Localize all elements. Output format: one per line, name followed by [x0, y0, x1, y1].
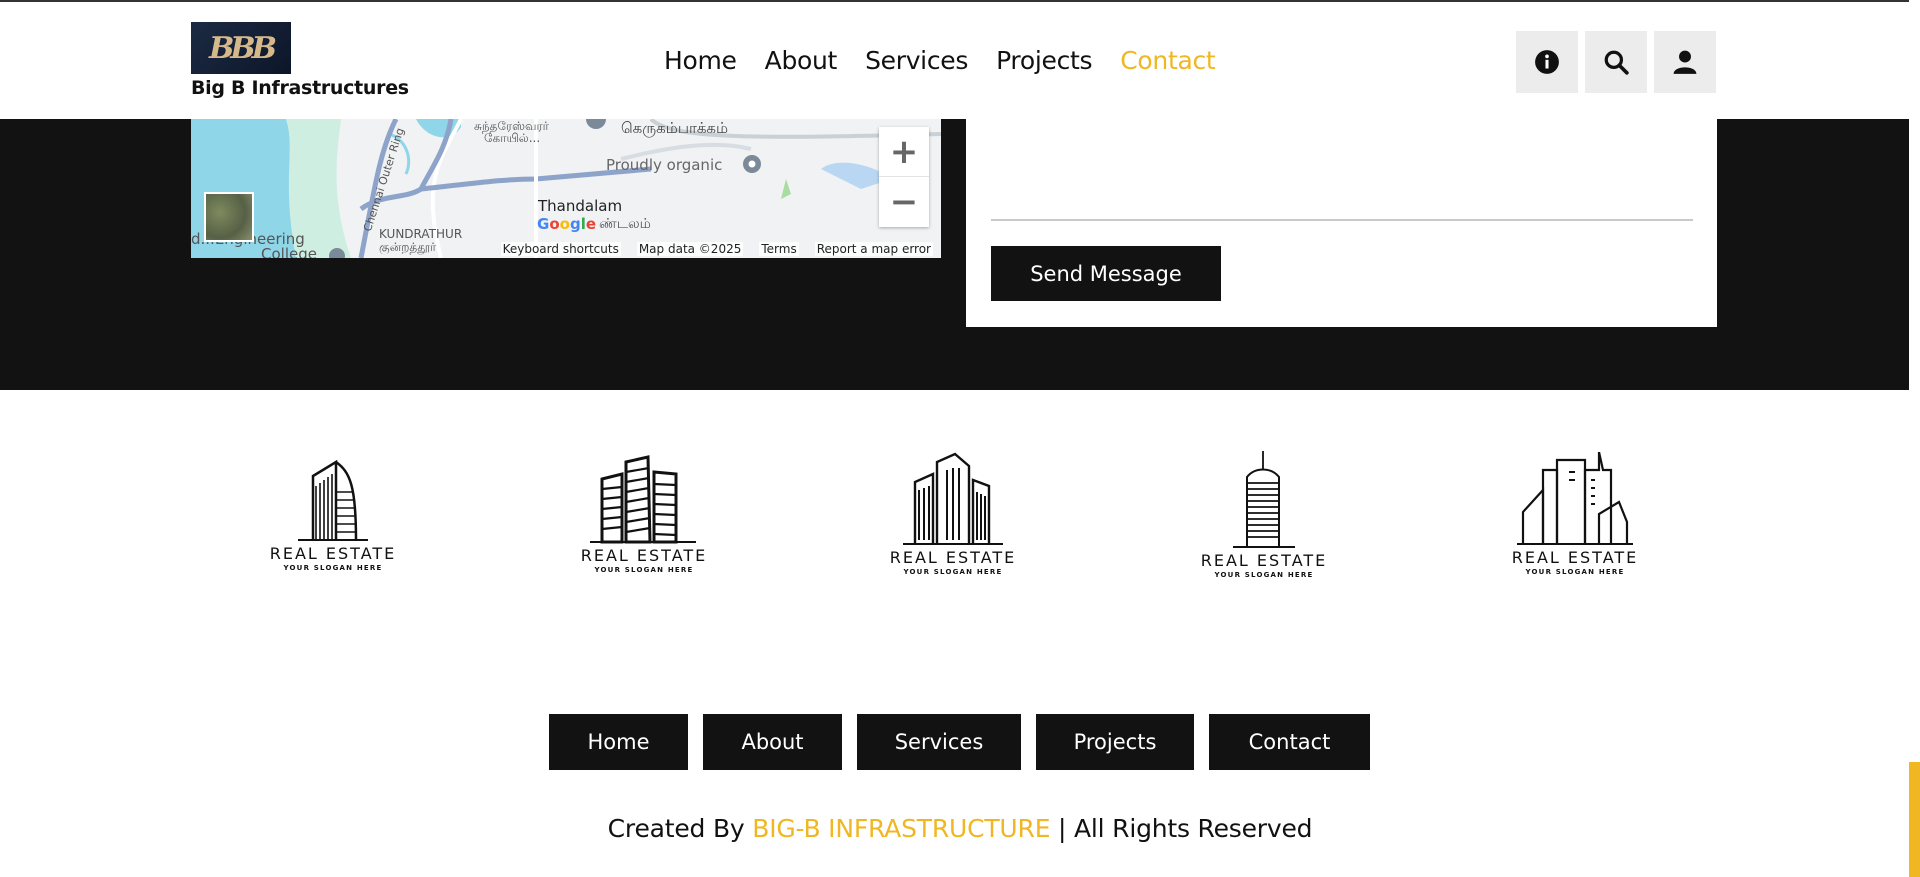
- zoom-out-button[interactable]: −: [879, 177, 929, 227]
- copyright: Created By BIG-B INFRASTRUCTURE | All Ri…: [0, 814, 1920, 843]
- footer-nav-services[interactable]: Services: [857, 714, 1021, 770]
- map-footer: Keyboard shortcuts Map data ©2025 Terms …: [191, 240, 941, 258]
- info-button[interactable]: [1516, 31, 1578, 93]
- footer-nav: Home About Services Projects Contact: [0, 714, 1920, 770]
- user-button[interactable]: [1654, 31, 1716, 93]
- map-label-temple-2: கோயில்...: [484, 131, 541, 145]
- zoom-in-button[interactable]: +: [879, 127, 929, 177]
- user-icon: [1673, 50, 1697, 74]
- logo-title: REAL ESTATE: [1511, 548, 1639, 567]
- copyright-brand[interactable]: BIG-B INFRASTRUCTURE: [752, 814, 1050, 843]
- nav-services[interactable]: Services: [865, 46, 968, 75]
- site-header: BBB Big B Infrastructures Home About Ser…: [0, 0, 1909, 119]
- search-icon: [1604, 50, 1629, 75]
- logo-slogan: YOUR SLOGAN HERE: [1214, 571, 1314, 579]
- site-logo[interactable]: BBB: [191, 22, 291, 74]
- search-button[interactable]: [1585, 31, 1647, 93]
- nav-about[interactable]: About: [765, 46, 838, 75]
- real-estate-logo-3: REAL ESTATE YOUR SLOGAN HERE: [888, 452, 1018, 587]
- logo-slogan: YOUR SLOGAN HERE: [283, 564, 383, 572]
- map-data-text: Map data ©2025: [636, 242, 744, 256]
- logo-slogan: YOUR SLOGAN HERE: [903, 568, 1003, 576]
- terms-link[interactable]: Terms: [759, 242, 799, 256]
- message-field-underline[interactable]: [991, 219, 1693, 221]
- nav-projects[interactable]: Projects: [996, 46, 1092, 75]
- copyright-prefix: Created By: [607, 814, 753, 843]
- logo-slogan: YOUR SLOGAN HERE: [1525, 568, 1625, 576]
- real-estate-logo-5: REAL ESTATE YOUR SLOGAN HERE: [1510, 452, 1640, 587]
- google-map[interactable]: சுந்தரேஸ்வரர் கோயில்... கெருகம்பாக்கம் P…: [191, 119, 941, 258]
- logo-title: REAL ESTATE: [889, 548, 1017, 567]
- logo-slogan: YOUR SLOGAN HERE: [594, 566, 694, 574]
- footer-nav-home[interactable]: Home: [549, 714, 688, 770]
- map-label-poi: Proudly organic: [606, 156, 723, 174]
- footer-nav-about[interactable]: About: [703, 714, 842, 770]
- scrollbar-track: [1909, 0, 1920, 762]
- satellite-toggle[interactable]: [204, 192, 254, 242]
- footer-nav-contact[interactable]: Contact: [1209, 714, 1370, 770]
- real-estate-logo-4: REAL ESTATE YOUR SLOGAN HERE: [1199, 451, 1329, 586]
- main-nav: Home About Services Projects Contact: [664, 46, 1216, 75]
- real-estate-logo-2: REAL ESTATE YOUR SLOGAN HERE: [579, 454, 709, 589]
- footer-nav-projects[interactable]: Projects: [1036, 714, 1194, 770]
- map-label-kundrathur: KUNDRATHUR: [379, 227, 463, 241]
- map-label-thandalam: Thandalam: [538, 197, 623, 215]
- building-icon: [590, 455, 696, 544]
- nav-home[interactable]: Home: [664, 46, 737, 75]
- map-label-thandalam-ta: ண்டலம்: [599, 216, 651, 232]
- info-icon: [1535, 50, 1559, 74]
- keyboard-shortcuts-link[interactable]: Keyboard shortcuts: [500, 242, 621, 256]
- report-map-error-link[interactable]: Report a map error: [814, 242, 933, 256]
- partner-logos: REAL ESTATE YOUR SLOGAN HERE REAL ESTATE…: [0, 450, 1920, 590]
- copyright-suffix: | All Rights Reserved: [1050, 814, 1313, 843]
- building-icon: [1233, 451, 1295, 548]
- header-actions: [1516, 31, 1716, 93]
- real-estate-logo-1: REAL ESTATE YOUR SLOGAN HERE: [268, 456, 398, 591]
- building-icon: [298, 459, 368, 541]
- logo-title: REAL ESTATE: [580, 546, 708, 565]
- nav-contact[interactable]: Contact: [1120, 46, 1215, 75]
- scrollbar-thumb[interactable]: [1909, 762, 1920, 877]
- brand-name: Big B Infrastructures: [191, 77, 409, 99]
- contact-form: Send Message: [966, 119, 1717, 327]
- logo-title: REAL ESTATE: [1200, 551, 1328, 570]
- logo-title: REAL ESTATE: [269, 544, 397, 563]
- send-message-button[interactable]: Send Message: [991, 246, 1221, 301]
- building-icon: [1517, 452, 1633, 545]
- map-label-locality: கெருகம்பாக்கம்: [621, 119, 729, 137]
- google-logo: Google: [537, 215, 597, 233]
- building-icon: [903, 452, 1003, 545]
- logo-text: BBB: [208, 30, 277, 66]
- map-zoom-controls: + −: [879, 127, 929, 227]
